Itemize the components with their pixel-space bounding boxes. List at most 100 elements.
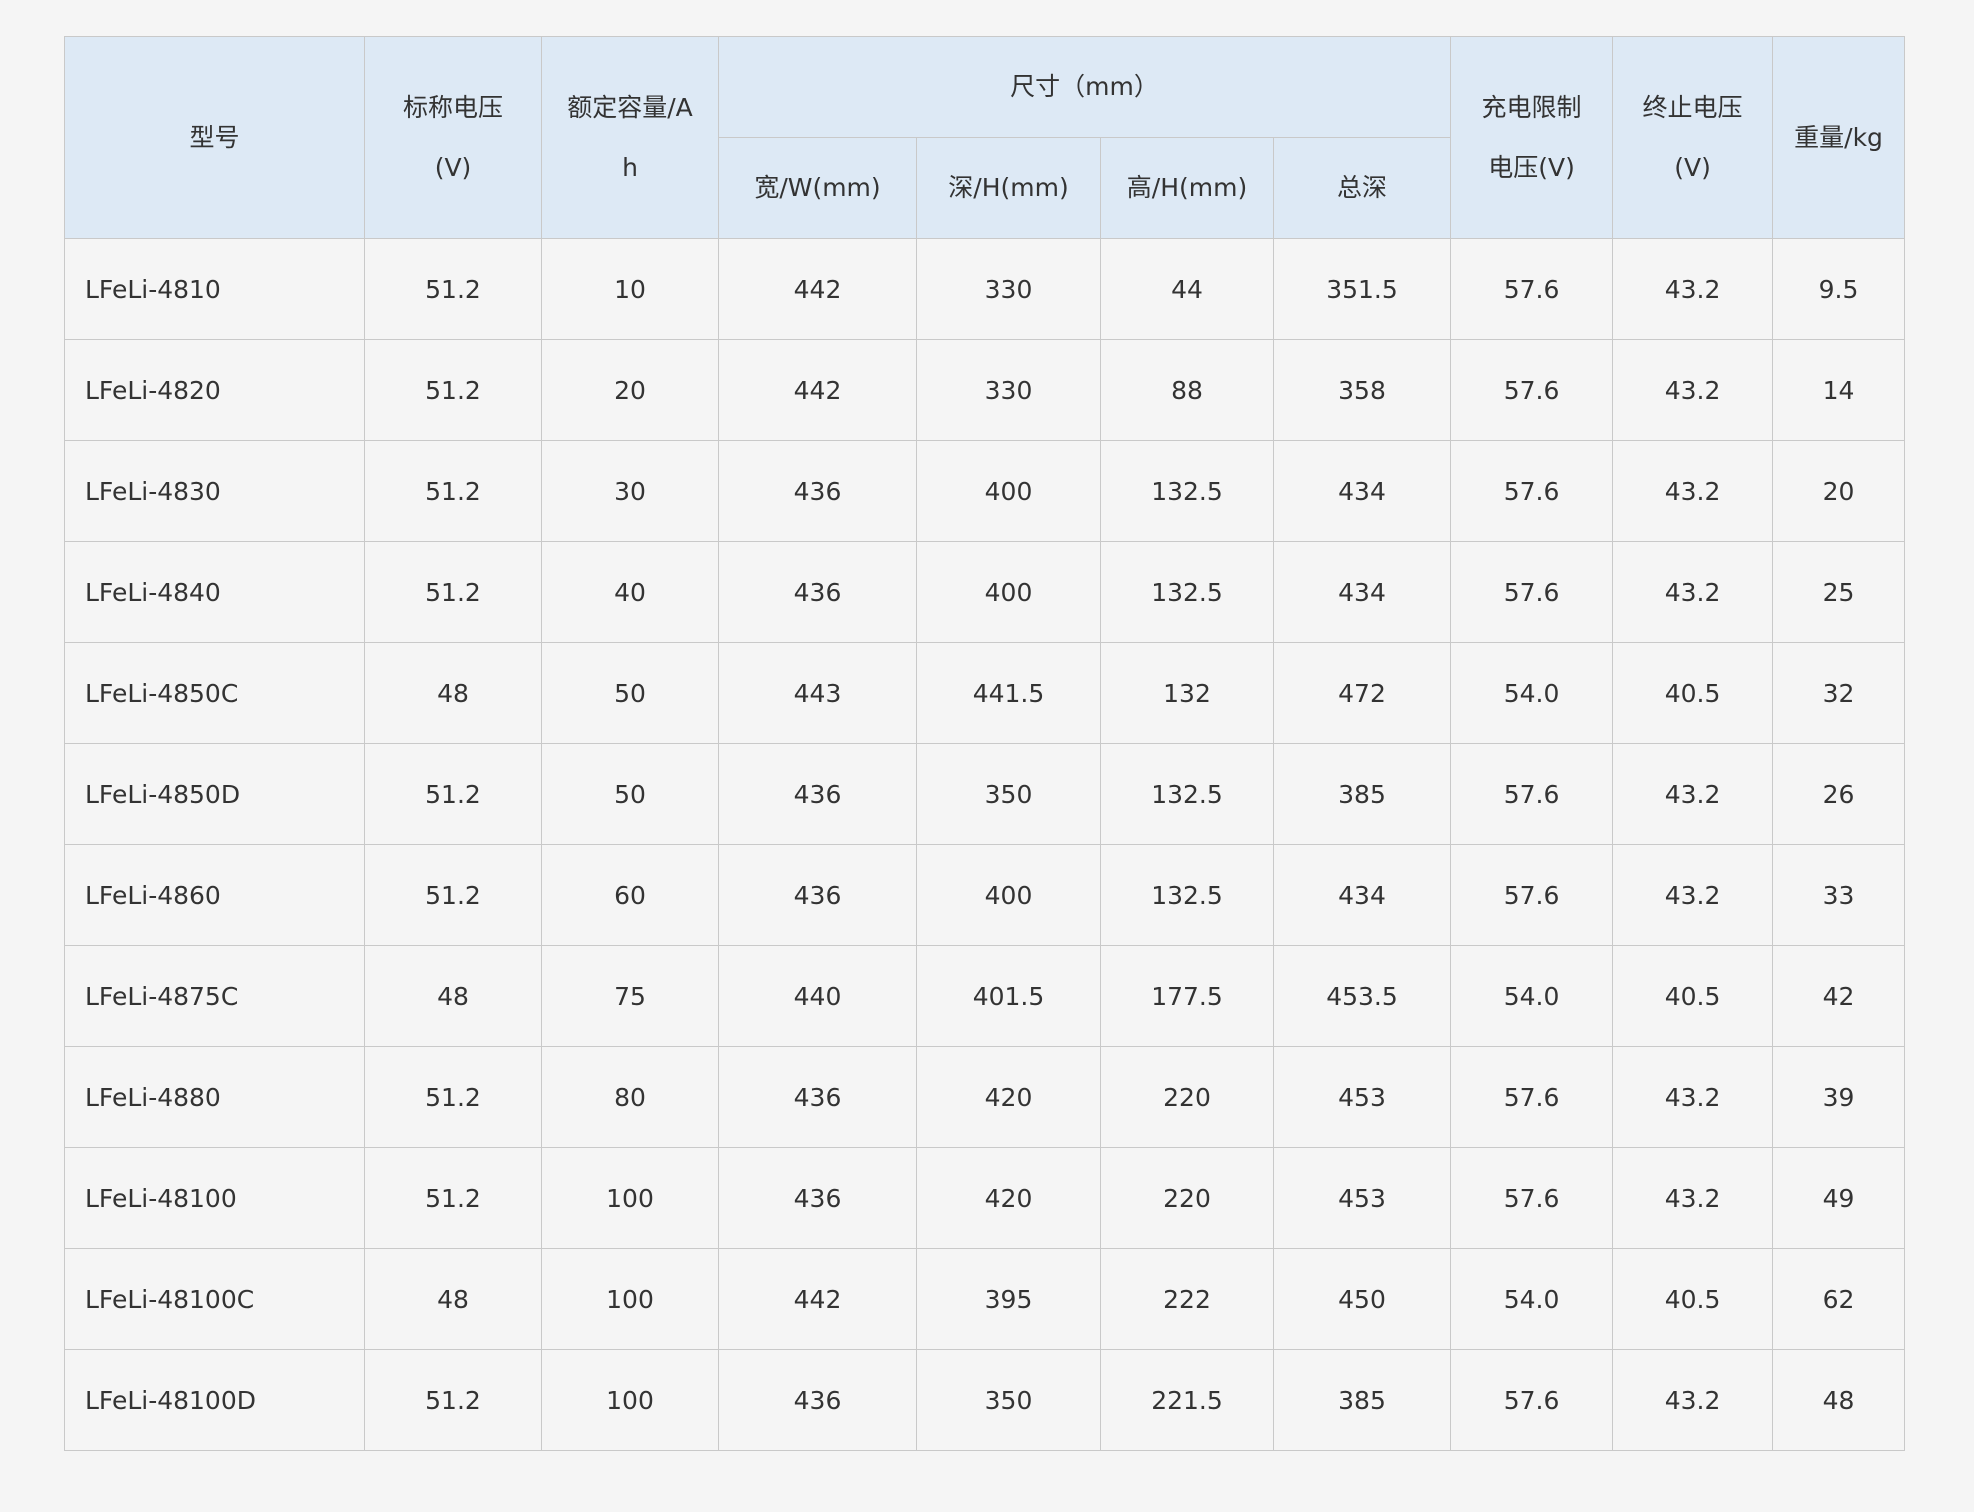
cell-weight: 49 [1772,1147,1906,1249]
cell-total-depth: 385 [1272,743,1452,845]
cell-model: LFeLi-48100D [64,1349,365,1451]
cell-cutoff-voltage: 43.2 [1612,1147,1774,1249]
cell-model: LFeLi-4880 [64,1046,365,1148]
header-nominal-voltage-line2: (V) [434,152,472,182]
table-body: LFeLi-4810 51.2 10 442 330 44 351.5 57.6 43.2 9.5… [64,238,1906,1451]
table-row: LFeLi-4840 51.2 40 436 400 132.5 434 57.6 43.2 25 [64,541,1906,643]
cell-height: 132.5 [1100,844,1274,946]
cell-width: 442 [718,339,917,441]
cell-depth: 400 [916,844,1101,946]
header-total-depth-label: 总深 [1337,173,1388,202]
cell-charge-limit-voltage: 54.0 [1450,642,1614,744]
cell-capacity: 50 [541,642,719,744]
cell-width: 436 [718,541,917,643]
cell-nominal-voltage: 51.2 [364,1046,542,1148]
header-charge-limit-line1: 充电限制 [1481,92,1582,122]
cell-capacity: 75 [541,945,719,1047]
cell-charge-limit-voltage: 57.6 [1450,1349,1614,1451]
cell-nominal-voltage: 51.2 [364,440,542,542]
table-row: LFeLi-48100 51.2 100 436 420 220 453 57.6 43.2 49 [64,1147,1906,1249]
cell-capacity: 60 [541,844,719,946]
cell-depth: 330 [916,339,1101,441]
cell-charge-limit-voltage: 57.6 [1450,541,1614,643]
cell-capacity: 80 [541,1046,719,1148]
header-height-label: 高/H(mm) [1126,173,1248,202]
cell-model: LFeLi-4830 [64,440,365,542]
cell-nominal-voltage: 51.2 [364,844,542,946]
cell-charge-limit-voltage: 54.0 [1450,945,1614,1047]
cell-total-depth: 450 [1272,1248,1452,1350]
table-row: LFeLi-4880 51.2 80 436 420 220 453 57.6 43.2 39 [64,1046,1906,1148]
header-width-label: 宽/W(mm) [754,173,881,202]
table-row: LFeLi-4850D 51.2 50 436 350 132.5 385 57.6 43.2 2… [64,743,1906,845]
cell-height: 220 [1100,1147,1274,1249]
cell-nominal-voltage: 51.2 [364,339,542,441]
cell-nominal-voltage: 48 [364,1248,542,1350]
header-nominal-voltage: 标称电压 (V) [364,36,542,239]
cell-capacity: 50 [541,743,719,845]
cell-capacity: 20 [541,339,719,441]
cell-weight: 20 [1772,440,1906,542]
header-cutoff-line2: (V) [1674,152,1711,182]
header-capacity-line2: h [622,152,638,182]
table-row: LFeLi-48100C 48 100 442 395 222 450 54.0 40.5 62 [64,1248,1906,1350]
cell-total-depth: 453 [1272,1046,1452,1148]
cell-height: 222 [1100,1248,1274,1350]
cell-model: LFeLi-4840 [64,541,365,643]
cell-height: 132.5 [1100,541,1274,643]
cell-nominal-voltage: 51.2 [364,238,542,340]
cell-height: 132 [1100,642,1274,744]
cell-depth: 400 [916,440,1101,542]
table-row: LFeLi-4875C 48 75 440 401.5 177.5 453.5 54.0 40.… [64,945,1906,1047]
cell-nominal-voltage: 51.2 [364,1349,542,1451]
cell-charge-limit-voltage: 57.6 [1450,1147,1614,1249]
header-total-depth: 总深 [1272,137,1452,239]
cell-weight: 33 [1772,844,1906,946]
spec-table-container: 型号 标称电压 (V) 额定容量/A h 尺寸（mm） 充电限制 电压(V) 终… [64,36,1906,1451]
cell-weight: 39 [1772,1046,1906,1148]
cell-height: 221.5 [1100,1349,1274,1451]
cell-width: 436 [718,844,917,946]
cell-height: 132.5 [1100,743,1274,845]
table-row: LFeLi-4850C 48 50 443 441.5 132 472 54.0 40.5 32 [64,642,1906,744]
cell-width: 442 [718,1248,917,1350]
cell-depth: 420 [916,1147,1101,1249]
header-cutoff-voltage: 终止电压 (V) [1612,36,1774,239]
header-capacity: 额定容量/A h [541,36,719,239]
cell-model: LFeLi-4820 [64,339,365,441]
cell-charge-limit-voltage: 54.0 [1450,1248,1614,1350]
cell-cutoff-voltage: 43.2 [1612,238,1774,340]
cell-cutoff-voltage: 43.2 [1612,1046,1774,1148]
cell-cutoff-voltage: 43.2 [1612,440,1774,542]
cell-width: 436 [718,743,917,845]
header-nominal-voltage-line1: 标称电压 [402,92,503,122]
header-cutoff-line1: 终止电压 [1642,92,1743,122]
cell-weight: 9.5 [1772,238,1906,340]
cell-width: 442 [718,238,917,340]
cell-width: 443 [718,642,917,744]
table-row: LFeLi-4860 51.2 60 436 400 132.5 434 57.6 43.2 33 [64,844,1906,946]
cell-nominal-voltage: 51.2 [364,743,542,845]
header-weight: 重量/kg [1772,36,1906,239]
cell-model: LFeLi-4850C [64,642,365,744]
cell-height: 177.5 [1100,945,1274,1047]
cell-model: LFeLi-48100C [64,1248,365,1350]
cell-depth: 350 [916,743,1101,845]
table-header: 型号 标称电压 (V) 额定容量/A h 尺寸（mm） 充电限制 电压(V) 终… [64,36,1906,239]
table-row: LFeLi-4810 51.2 10 442 330 44 351.5 57.6 43.2 9.5 [64,238,1906,340]
cell-total-depth: 358 [1272,339,1452,441]
cell-charge-limit-voltage: 57.6 [1450,339,1614,441]
battery-spec-table: 型号 标称电压 (V) 额定容量/A h 尺寸（mm） 充电限制 电压(V) 终… [64,36,1906,1451]
header-capacity-line1: 额定容量/A [567,92,693,122]
cell-model: LFeLi-48100 [64,1147,365,1249]
cell-cutoff-voltage: 43.2 [1612,339,1774,441]
cell-nominal-voltage: 51.2 [364,1147,542,1249]
cell-nominal-voltage: 51.2 [364,541,542,643]
cell-height: 132.5 [1100,440,1274,542]
cell-cutoff-voltage: 43.2 [1612,844,1774,946]
cell-total-depth: 434 [1272,844,1452,946]
header-dimensions-label: 尺寸（mm） [1010,72,1159,101]
header-charge-limit-voltage: 充电限制 电压(V) [1450,36,1614,239]
cell-width: 440 [718,945,917,1047]
table-row: LFeLi-4820 51.2 20 442 330 88 358 57.6 43.2 14 [64,339,1906,441]
